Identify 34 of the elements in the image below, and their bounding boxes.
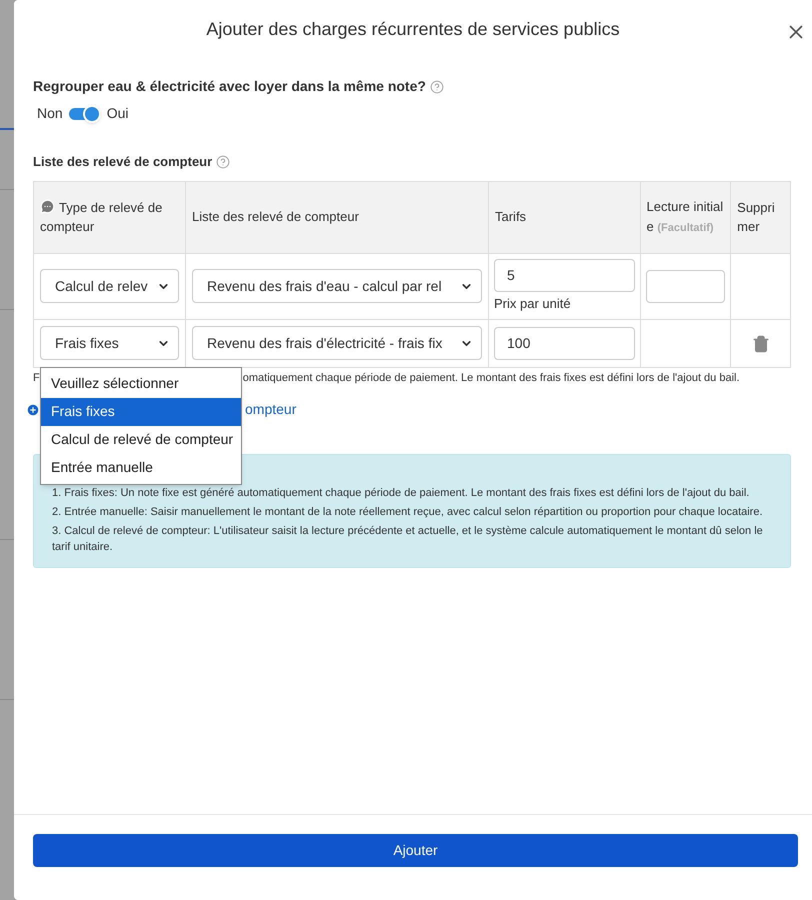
select-field[interactable]: Revenu des frais d'eau - calcul par rel	[192, 269, 482, 303]
note-text: 2. Entrée manuelle: Saisir manuellement le montant de la note réellement reçue, avec calcul selon répartition ou proportion pour chaque locataire.	[52, 504, 764, 520]
select-field[interactable]: Revenu des frais d'électricité - frais fix	[192, 326, 482, 360]
select-field[interactable]: Calcul de relev	[40, 269, 179, 303]
column-header: Liste des relevé de compteur	[186, 181, 488, 253]
help-icon[interactable]	[430, 80, 444, 94]
hint-text: omatiquement chaque période de paiement. Le montant des frais fixes est défini lors de l'ajout du bail.	[242, 371, 740, 386]
dropdown-option[interactable]: Calcul de relevé de compteur	[41, 426, 241, 454]
reading-field[interactable]	[646, 270, 726, 302]
chat-icon	[40, 198, 55, 214]
note-text: 3. Calcul de relevé de compteur: L'utilisateur saisit la lecture précédente et actuelle, et le système calcule automatiquement le montant dû selon le tarif unitaire.	[52, 524, 764, 554]
column-header: Type de relevé de compteur	[34, 181, 186, 253]
off-label: Non	[37, 104, 63, 123]
dropdown-option[interactable]: Entrée manuelle	[41, 454, 241, 482]
add-link[interactable]: ompteur	[245, 399, 296, 420]
column-header: Tarifs	[488, 181, 640, 253]
question-label: Regrouper eau & électricité avec loyer dans la même note?	[33, 77, 426, 96]
dropdown-option[interactable]: Veuillez sélectionner	[41, 370, 241, 398]
note-text: 1. Frais fixes: Un note fixe est généré automatiquement chaque période de paiement. Le montant des frais fixes est défini lors de l'ajout du bail.	[52, 486, 750, 500]
dropdown-option[interactable]: Frais fixes	[41, 398, 241, 426]
submit-button[interactable]: Ajouter	[33, 834, 798, 867]
delete-icon[interactable]	[752, 334, 770, 353]
dialog-title: Ajouter des charges récurrentes de services publics	[206, 18, 620, 41]
on-label: Oui	[106, 104, 128, 123]
section-label: Liste des relevé de compteur	[33, 153, 212, 171]
column-header: Supprimer	[730, 181, 790, 253]
rate-field[interactable]: 5	[494, 258, 635, 292]
column-header: Lecture initiale (Facultatif)	[640, 181, 731, 253]
rate-hint: Prix par unité	[494, 294, 572, 313]
hint-text: F	[33, 371, 40, 386]
help-icon[interactable]	[216, 154, 230, 169]
select-field[interactable]: Frais fixes	[40, 326, 179, 360]
rate-field[interactable]: 100	[494, 326, 635, 360]
toggle-switch[interactable]	[68, 104, 101, 122]
